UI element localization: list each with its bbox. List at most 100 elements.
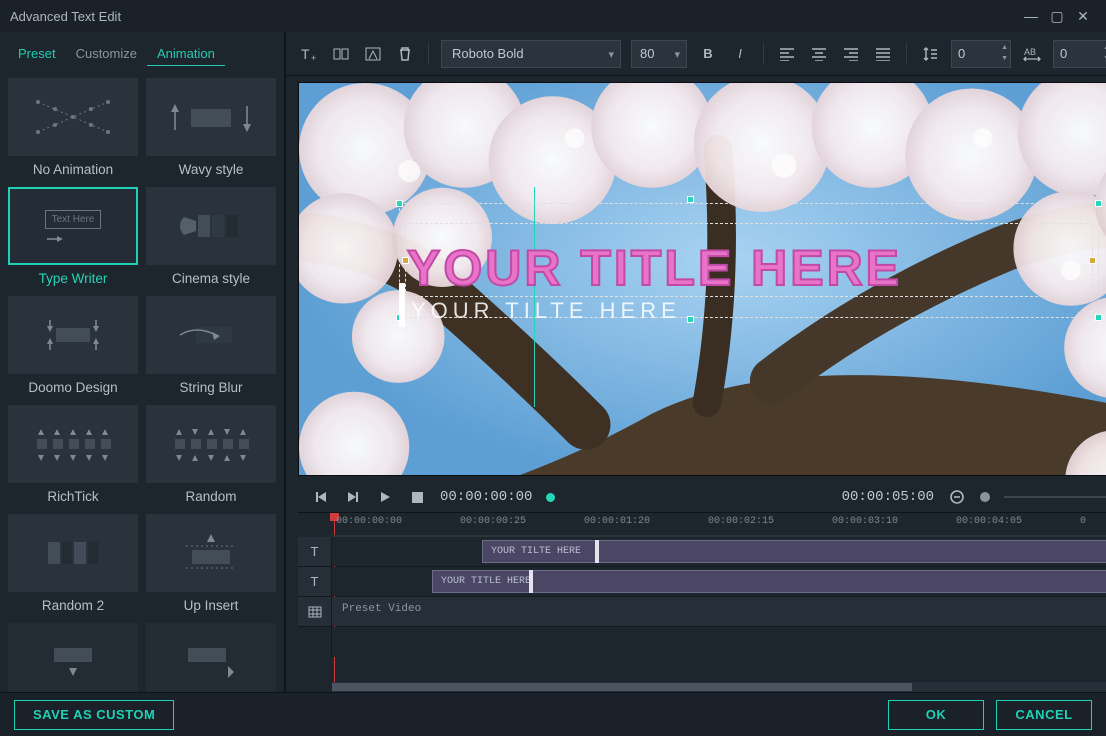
- timeline-scrollbar[interactable]: [332, 682, 1106, 692]
- add-text-icon[interactable]: T+: [298, 43, 320, 65]
- char-spacing-input[interactable]: 0 ▲▼: [1053, 40, 1106, 68]
- char-spacing-value: 0: [1060, 46, 1067, 61]
- preset-doomo-design[interactable]: Doomo Design: [8, 296, 138, 395]
- tab-customize[interactable]: Customize: [66, 42, 147, 66]
- cancel-button[interactable]: CANCEL: [996, 700, 1092, 730]
- svg-text:T: T: [301, 46, 310, 62]
- zoom-slider-track[interactable]: [1004, 496, 1106, 498]
- timeline-ruler[interactable]: 00:00:00:00 00:00:00:25 00:00:01:20 00:0…: [332, 513, 1106, 537]
- delete-icon[interactable]: [394, 43, 416, 65]
- preset-cinema-style[interactable]: Cinema style: [146, 187, 276, 286]
- timeline: 00:00:00:00 00:00:00:25 00:00:01:20 00:0…: [298, 512, 1106, 692]
- svg-text:AB: AB: [1024, 47, 1036, 57]
- preset-label: No Animation: [33, 162, 113, 177]
- maximize-icon[interactable]: ▢: [1044, 8, 1070, 25]
- preset-label: Wavy style: [179, 162, 244, 177]
- save-as-custom-button[interactable]: SAVE AS CUSTOM: [14, 700, 174, 730]
- chevron-down-icon: ▾: [608, 48, 614, 61]
- footer: SAVE AS CUSTOM OK CANCEL: [0, 692, 1106, 736]
- preset-label: Random: [185, 489, 236, 504]
- preset-random[interactable]: Random: [146, 405, 276, 504]
- preset-label: String Blur: [179, 380, 242, 395]
- text-track-icon: T: [298, 537, 332, 566]
- left-tabs: Preset Customize Animation: [0, 32, 284, 72]
- ruler-tick: 00:00:04:05: [956, 516, 1022, 527]
- track-lane[interactable]: YOUR TITLE HERE: [332, 567, 1106, 596]
- titlebar: Advanced Text Edit — ▢ ✕: [0, 0, 1106, 32]
- transport-bar: 00:00:00:00 00:00:05:00: [298, 482, 1106, 512]
- bold-button[interactable]: B: [697, 43, 719, 65]
- track-lane[interactable]: Preset Video: [332, 597, 1106, 626]
- title-text-primary[interactable]: YOUR TITLE HERE: [407, 239, 1089, 297]
- stop-icon[interactable]: [408, 488, 426, 506]
- play-icon[interactable]: [376, 488, 394, 506]
- preset-list[interactable]: No Animation Wavy style Text Here: [0, 72, 284, 692]
- in-point-marker[interactable]: [546, 493, 555, 502]
- title-text-secondary[interactable]: YOUR TILTE HERE: [411, 298, 681, 324]
- zoom-slider-handle[interactable]: [980, 492, 990, 502]
- clip-2[interactable]: YOUR TITLE HERE: [432, 570, 1106, 593]
- preset-type-writer[interactable]: Text Here Type Writer: [8, 187, 138, 286]
- preview-canvas[interactable]: YOUR TITLE HERE YOUR TILTE HERE: [298, 82, 1106, 476]
- svg-text:+: +: [311, 53, 316, 63]
- ok-button[interactable]: OK: [888, 700, 984, 730]
- preset-up-insert[interactable]: Up Insert: [146, 514, 276, 613]
- align-right-icon[interactable]: [840, 43, 862, 65]
- preset-label: Random 2: [42, 598, 104, 613]
- preset-item[interactable]: [8, 623, 138, 692]
- ruler-tick: 00:00:00:25: [460, 516, 526, 527]
- text-toolbar: T+ Roboto Bold ▾ 80 ▾ B I 0: [286, 32, 1106, 76]
- edit-text-icon[interactable]: [330, 43, 352, 65]
- font-select[interactable]: Roboto Bold ▾: [441, 40, 621, 68]
- line-spacing-icon[interactable]: [919, 43, 941, 65]
- preset-label: RichTick: [47, 489, 98, 504]
- timecode-current: 00:00:00:00: [440, 489, 532, 505]
- clip-1[interactable]: YOUR TILTE HERE: [482, 540, 1106, 563]
- clip-end-handle[interactable]: [595, 540, 599, 563]
- ruler-tick: 0: [1080, 516, 1086, 527]
- preset-no-animation[interactable]: No Animation: [8, 78, 138, 177]
- track-lane[interactable]: YOUR TILTE HERE: [332, 537, 1106, 566]
- zoom-out-icon[interactable]: [948, 488, 966, 506]
- clip-end-handle[interactable]: [529, 570, 533, 593]
- clip-label: YOUR TITLE HERE: [441, 576, 531, 587]
- timecode-end: 00:00:05:00: [842, 489, 934, 505]
- char-spacing-icon[interactable]: AB: [1021, 43, 1043, 65]
- line-spacing-input[interactable]: 0 ▲▼: [951, 40, 1011, 68]
- chevron-down-icon: ▾: [674, 48, 680, 61]
- prev-frame-icon[interactable]: [312, 488, 330, 506]
- preset-label: Cinema style: [172, 271, 250, 286]
- preset-label: Doomo Design: [28, 380, 117, 395]
- ruler-tick: 00:00:03:10: [832, 516, 898, 527]
- next-frame-icon[interactable]: [344, 488, 362, 506]
- font-value: Roboto Bold: [452, 46, 524, 61]
- font-size-select[interactable]: 80 ▾: [631, 40, 687, 68]
- text-caret: [399, 283, 405, 327]
- align-left-icon[interactable]: [776, 43, 798, 65]
- preset-random-2[interactable]: Random 2: [8, 514, 138, 613]
- tab-animation[interactable]: Animation: [147, 42, 225, 66]
- preset-item[interactable]: [146, 623, 276, 692]
- font-size-value: 80: [640, 46, 654, 61]
- window-title: Advanced Text Edit: [10, 9, 121, 24]
- timeline-track-1: T YOUR TILTE HERE: [298, 537, 1106, 567]
- line-spacing-value: 0: [958, 46, 965, 61]
- preset-richtick[interactable]: RichTick: [8, 405, 138, 504]
- italic-button[interactable]: I: [729, 43, 751, 65]
- preset-string-blur[interactable]: String Blur: [146, 296, 276, 395]
- scrollbar-thumb[interactable]: [332, 683, 912, 691]
- clip-label: YOUR TILTE HERE: [491, 546, 581, 557]
- text-box-icon[interactable]: [362, 43, 384, 65]
- timeline-track-2: T YOUR TITLE HERE: [298, 567, 1106, 597]
- align-center-icon[interactable]: [808, 43, 830, 65]
- ruler-tick: 00:00:00:00: [336, 516, 402, 527]
- preset-label: Type Writer: [39, 271, 108, 286]
- tab-preset[interactable]: Preset: [8, 42, 66, 66]
- preset-wavy-style[interactable]: Wavy style: [146, 78, 276, 177]
- ruler-tick: 00:00:01:20: [584, 516, 650, 527]
- text-track-icon: T: [298, 567, 332, 596]
- minimize-icon[interactable]: —: [1018, 8, 1044, 24]
- stepper-icon[interactable]: ▲▼: [1001, 43, 1008, 63]
- close-icon[interactable]: ✕: [1070, 8, 1096, 25]
- align-justify-icon[interactable]: [872, 43, 894, 65]
